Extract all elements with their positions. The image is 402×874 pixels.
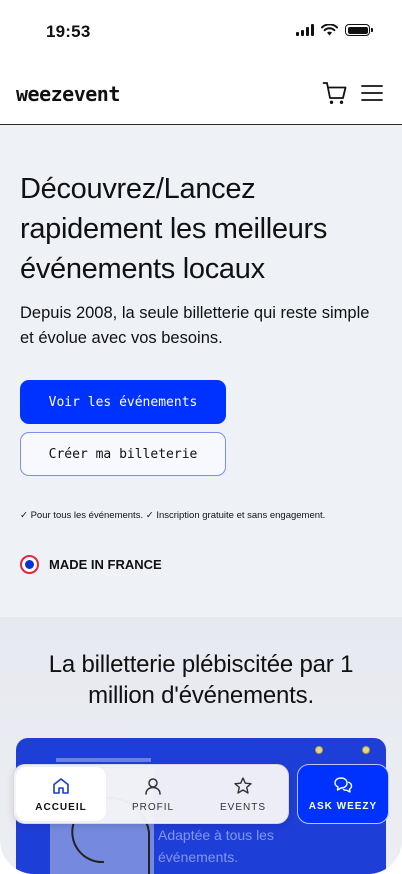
- weezevent-logo[interactable]: weezevent: [16, 82, 120, 106]
- hero-title: Découvrez/Lancez rapidement les meilleur…: [20, 173, 328, 285]
- antenna-left-icon: [315, 746, 323, 754]
- user-icon: [145, 777, 161, 795]
- chat-bubbles-icon: [334, 777, 353, 793]
- status-icons: [296, 24, 373, 36]
- tab-profile-label: PROFIL: [131, 801, 175, 813]
- wifi-icon: [321, 24, 338, 36]
- hamburger-menu-icon[interactable]: [360, 82, 384, 104]
- hero-lead: Depuis 2008, la seule billetterie qui re…: [20, 304, 370, 347]
- tab-home-label: ACCUEIL: [35, 801, 87, 813]
- antenna-right-icon: [362, 746, 370, 754]
- tab-profile[interactable]: PROFIL: [108, 765, 198, 823]
- signal-icon: [296, 24, 314, 36]
- battery-icon: [345, 24, 373, 36]
- bottom-tab-bar: ACCUEIL PROFIL EVENTS: [13, 764, 289, 824]
- feature-card-text: Adaptée à tous les événements.: [158, 827, 274, 865]
- create-ticketing-button[interactable]: Créer ma billeterie: [20, 432, 226, 476]
- hero-section: Découvrez/Lancez rapidement les meilleur…: [0, 125, 402, 617]
- benefits-checklist: ✓ Pour tous les événements. ✓ Inscriptio…: [20, 510, 326, 521]
- tab-events-label: EVENTS: [219, 801, 266, 813]
- tab-events[interactable]: EVENTS: [198, 765, 288, 823]
- status-time: 19:53: [46, 22, 91, 41]
- made-in-france-label: MADE IN FRANCE: [49, 557, 162, 572]
- tab-home[interactable]: ACCUEIL: [16, 767, 106, 821]
- site-header: weezevent: [0, 64, 402, 125]
- star-icon: [234, 776, 252, 794]
- ask-weezy-label: ASK WEEZY: [308, 801, 378, 812]
- see-events-button[interactable]: Voir les événements: [20, 380, 226, 424]
- status-bar: 19:53: [0, 0, 402, 64]
- home-icon: [53, 777, 69, 794]
- social-proof-title: La billetterie plébiscitée par 1 million…: [48, 651, 354, 709]
- ask-weezy-button[interactable]: ASK WEEZY: [297, 764, 389, 824]
- france-flag-icon: [20, 555, 39, 574]
- phone-screen: 19:53 weezevent Découvrez/Lancez rapidem…: [0, 0, 402, 874]
- made-in-france-badge: MADE IN FRANCE: [20, 555, 162, 574]
- cart-icon[interactable]: [322, 80, 348, 106]
- social-proof-section: La billetterie plébiscitée par 1 million…: [0, 617, 402, 874]
